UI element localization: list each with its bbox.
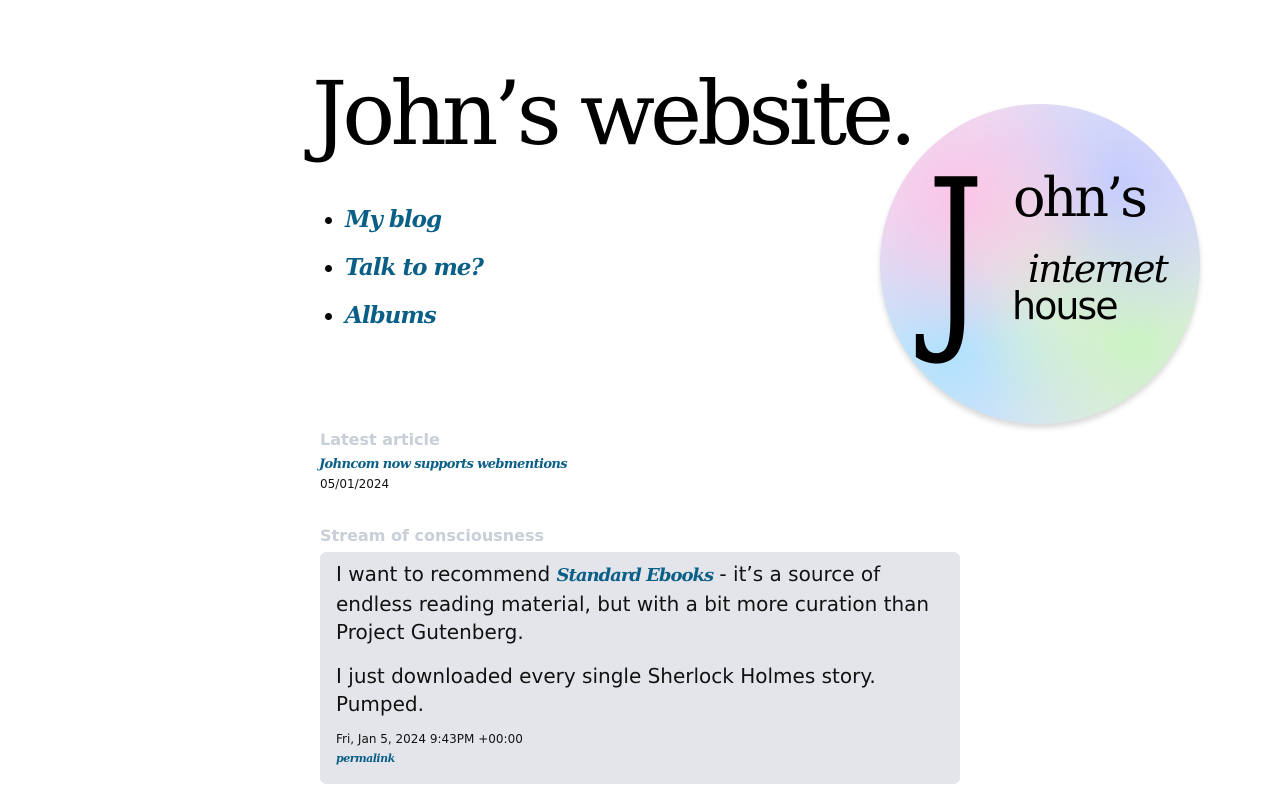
post-timestamp: Fri, Jan 5, 2024 9:43PM +00:00 xyxy=(336,732,523,746)
post-paragraph-1: I want to recommend Standard Ebooks - it… xyxy=(336,560,944,646)
standard-ebooks-link[interactable]: Standard Ebooks xyxy=(557,565,715,586)
logo-j-letter: J xyxy=(915,137,983,370)
latest-article-link[interactable]: Johncom now supports webmentions xyxy=(319,457,568,472)
nav-item-blog: My blog xyxy=(345,196,483,244)
stream-heading: Stream of consciousness xyxy=(320,526,545,545)
logo-line3: house xyxy=(1012,284,1117,328)
logo-line1: ohn’s xyxy=(1013,166,1145,229)
logo-lettering-icon: J ohn’s internet house xyxy=(915,137,1171,370)
johns-internet-house-logo: J ohn’s internet house xyxy=(880,104,1200,424)
main-nav: My blog Talk to me? Albums xyxy=(320,196,484,340)
nav-link-blog[interactable]: My blog xyxy=(345,206,442,233)
page: John’s website. My blog Talk to me? Albu… xyxy=(0,0,1280,800)
post-permalink[interactable]: permalink xyxy=(336,752,395,765)
nav-item-talk: Talk to me? xyxy=(345,244,484,292)
site-title: John’s website. xyxy=(312,62,917,165)
latest-article-date: 05/01/2024 xyxy=(320,477,390,491)
post-text-before: I want to recommend xyxy=(336,562,557,586)
latest-article-heading: Latest article xyxy=(320,430,440,449)
post-paragraph-2: I just downloaded every single Sherlock … xyxy=(336,664,876,716)
nav-link-albums[interactable]: Albums xyxy=(345,302,437,329)
nav-item-albums: Albums xyxy=(345,292,483,340)
nav-link-talk[interactable]: Talk to me? xyxy=(345,254,484,281)
stream-post-card: I want to recommend Standard Ebooks - it… xyxy=(320,552,960,784)
